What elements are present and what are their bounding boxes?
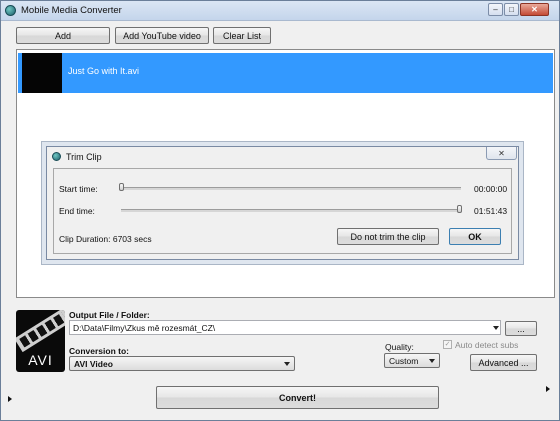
film-strip-icon	[16, 310, 65, 353]
minimize-button[interactable]: –	[488, 3, 503, 16]
dialog-app-icon	[52, 152, 61, 161]
end-time-slider[interactable]	[121, 209, 461, 212]
ok-button[interactable]: OK	[449, 228, 501, 245]
end-time-value: 01:51:43	[474, 206, 508, 216]
logo-text: AVI	[28, 352, 53, 368]
window-title: Mobile Media Converter	[21, 5, 122, 16]
browse-button[interactable]: ...	[505, 321, 537, 336]
start-time-value: 00:00:00	[474, 184, 508, 194]
add-button[interactable]: Add	[16, 27, 110, 44]
quality-value: Custom	[389, 356, 419, 366]
file-name: Just Go with It.avi	[68, 66, 140, 76]
start-slider-thumb[interactable]	[119, 183, 124, 191]
clip-duration: Clip Duration: 6703 secs	[59, 234, 152, 244]
convert-button[interactable]: Convert!	[156, 386, 439, 409]
list-item[interactable]: Just Go with It.avi	[18, 53, 553, 93]
dialog-title: Trim Clip	[66, 152, 102, 162]
expand-arrow-icon[interactable]	[8, 396, 12, 402]
trim-clip-dialog: Trim Clip ✕ Start time: 00:00:00 End tim…	[46, 146, 519, 260]
expand-arrow-icon[interactable]	[546, 386, 550, 392]
add-youtube-button[interactable]: Add YouTube video	[115, 27, 209, 44]
dialog-body: Start time: 00:00:00 End time: 01:51:43 …	[53, 168, 512, 254]
start-time-label: Start time:	[59, 184, 98, 194]
do-not-trim-button[interactable]: Do not trim the clip	[337, 228, 439, 245]
end-time-label: End time:	[59, 206, 95, 216]
dialog-title-bar: Trim Clip ✕	[47, 147, 518, 165]
clear-list-button[interactable]: Clear List	[213, 27, 271, 44]
conversion-value: AVI Video	[74, 359, 113, 369]
app-icon	[5, 5, 16, 16]
dialog-close-button[interactable]: ✕	[486, 147, 517, 160]
auto-detect-subs-label: Auto detect subs	[455, 340, 519, 350]
quality-label: Quality:	[385, 342, 414, 352]
output-folder-input[interactable]: D:\Data\Filmy\Zkus mě rozesmát_CZ\	[69, 320, 501, 335]
output-folder-label: Output File / Folder:	[69, 310, 150, 320]
chevron-down-icon	[284, 362, 290, 366]
conversion-select[interactable]: AVI Video	[69, 356, 295, 371]
video-thumbnail	[22, 53, 62, 93]
chevron-down-icon[interactable]	[493, 326, 499, 330]
end-slider-thumb[interactable]	[457, 205, 462, 213]
chevron-down-icon	[429, 359, 435, 363]
avi-format-logo: AVI	[16, 310, 65, 372]
conversion-label: Conversion to:	[69, 346, 129, 356]
close-button[interactable]: ✕	[520, 3, 549, 16]
start-time-slider[interactable]	[121, 187, 461, 190]
output-folder-value: D:\Data\Filmy\Zkus mě rozesmát_CZ\	[73, 323, 216, 333]
advanced-button[interactable]: Advanced ...	[470, 354, 537, 371]
quality-select[interactable]: Custom	[384, 353, 440, 368]
auto-detect-subs-checkbox[interactable]: ✓	[443, 340, 452, 349]
title-bar: Mobile Media Converter – □ ✕	[1, 1, 559, 21]
app-window: Mobile Media Converter – □ ✕ Add Add You…	[0, 0, 560, 421]
maximize-button[interactable]: □	[504, 3, 519, 16]
